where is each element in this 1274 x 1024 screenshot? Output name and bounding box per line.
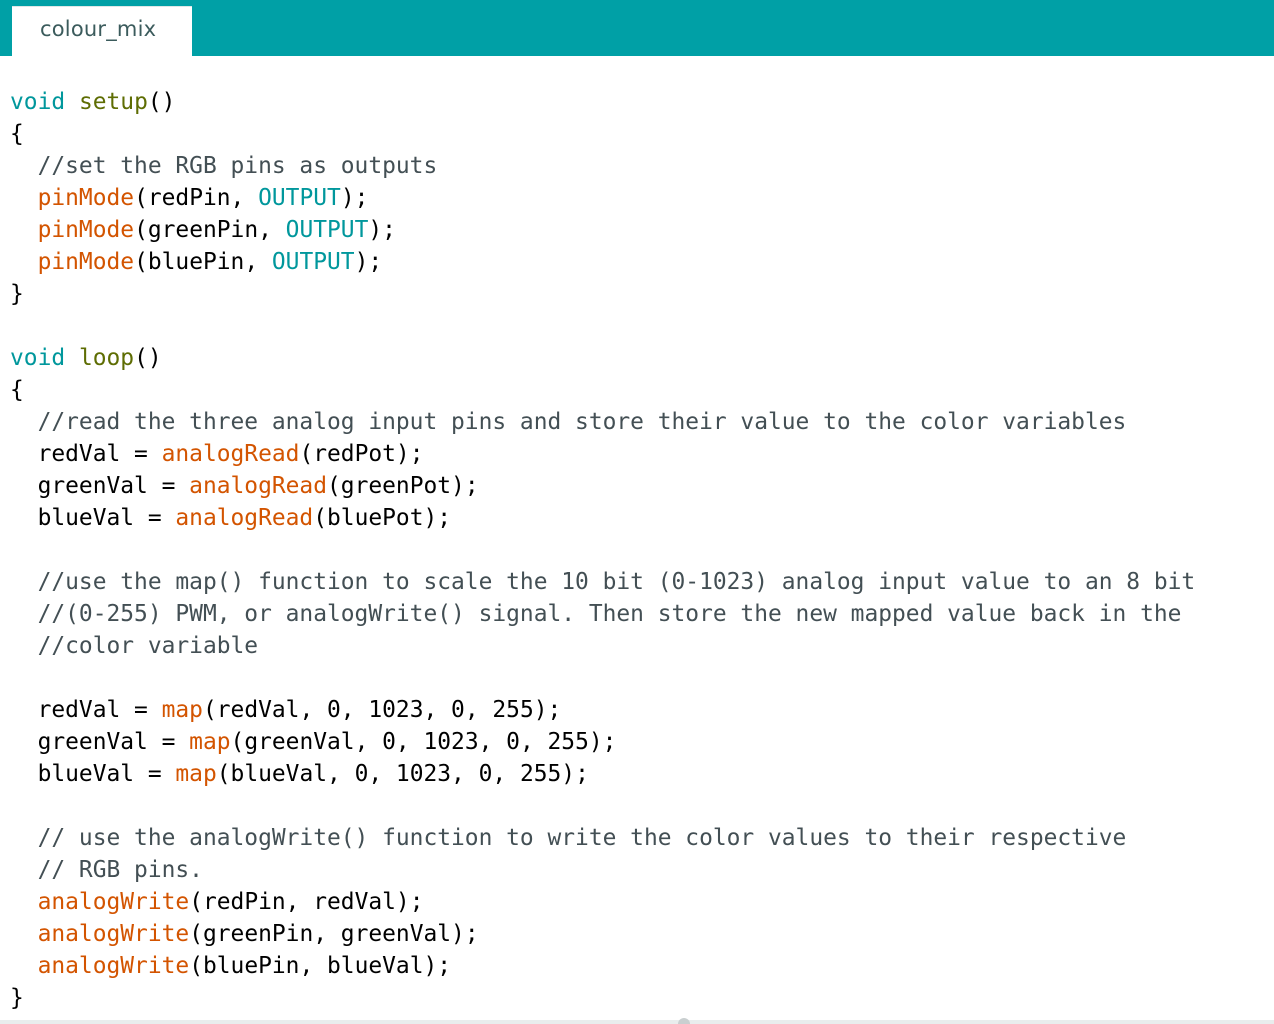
- keyword-token: void: [10, 345, 66, 371]
- code-line[interactable]: [10, 534, 1195, 566]
- comment-token: //read the three analog input pins and s…: [10, 409, 1127, 435]
- builtin-call-token: analogRead: [189, 473, 327, 499]
- constant-token: OUTPUT: [271, 249, 355, 275]
- code-line[interactable]: redVal = analogRead(redPot);: [10, 438, 1195, 470]
- code-line[interactable]: }: [10, 982, 1195, 1014]
- builtin-call-token: analogWrite: [37, 953, 190, 979]
- code-line[interactable]: pinMode(bluePin, OUTPUT);: [10, 246, 1195, 278]
- code-line[interactable]: greenVal = analogRead(greenPot);: [10, 470, 1195, 502]
- comment-token: //color variable: [10, 633, 259, 659]
- code-line[interactable]: //set the RGB pins as outputs: [10, 150, 1195, 182]
- code-line[interactable]: pinMode(greenPin, OUTPUT);: [10, 214, 1195, 246]
- code-line[interactable]: {: [10, 374, 1195, 406]
- comment-token: // RGB pins.: [10, 857, 203, 883]
- code-token: (greenPin, greenVal);: [189, 921, 479, 947]
- code-token: (greenPot);: [327, 473, 479, 499]
- tab-label: colour_mix: [40, 17, 157, 41]
- code-token: }: [10, 985, 24, 1011]
- code-line[interactable]: // use the analogWrite() function to wri…: [10, 822, 1195, 854]
- code-token: (bluePin,: [134, 249, 272, 275]
- builtin-call-token: analogRead: [175, 505, 314, 531]
- code-text[interactable]: void setup(){ //set the RGB pins as outp…: [10, 86, 1195, 1014]
- constant-token: OUTPUT: [258, 185, 341, 211]
- code-line[interactable]: //read the three analog input pins and s…: [10, 406, 1195, 438]
- code-line[interactable]: [10, 662, 1195, 694]
- comment-token: //use the map() function to scale the 10…: [10, 569, 1196, 595]
- code-line[interactable]: }: [10, 278, 1195, 310]
- code-line[interactable]: void setup(): [10, 86, 1195, 118]
- function-name-token: loop: [78, 345, 135, 371]
- code-token: );: [368, 217, 396, 243]
- builtin-call-token: analogWrite: [37, 921, 190, 947]
- code-token: );: [340, 185, 369, 211]
- code-line[interactable]: {: [10, 118, 1195, 150]
- builtin-call-token: analogWrite: [37, 889, 190, 915]
- builtin-call-token: analogRead: [161, 441, 300, 467]
- code-token: (greenVal, 0, 1023, 0, 255);: [230, 729, 617, 755]
- builtin-call-token: map: [161, 697, 203, 723]
- code-token: (greenPin,: [134, 217, 286, 243]
- code-token: blueVal =: [10, 761, 176, 787]
- code-line[interactable]: pinMode(redPin, OUTPUT);: [10, 182, 1195, 214]
- code-token: {: [10, 377, 24, 403]
- code-token: }: [10, 281, 24, 307]
- code-token: (redPin,: [134, 185, 259, 211]
- code-line[interactable]: blueVal = map(blueVal, 0, 1023, 0, 255);: [10, 758, 1195, 790]
- code-line[interactable]: [10, 310, 1195, 342]
- code-token: (blueVal, 0, 1023, 0, 255);: [216, 761, 589, 787]
- code-line[interactable]: analogWrite(redPin, redVal);: [10, 886, 1195, 918]
- arduino-editor-window: colour_mix void setup(){ //set the RGB p…: [0, 0, 1274, 1024]
- code-line[interactable]: //(0-255) PWM, or analogWrite() signal. …: [10, 598, 1195, 630]
- builtin-call-token: pinMode: [37, 185, 135, 211]
- builtin-call-token: map: [189, 729, 231, 755]
- code-line[interactable]: blueVal = analogRead(bluePot);: [10, 502, 1195, 534]
- code-token: (redPin, redVal);: [189, 889, 424, 915]
- code-token: {: [10, 121, 24, 147]
- code-token: (bluePin, blueVal);: [189, 953, 452, 979]
- code-token: (redVal, 0, 1023, 0, 255);: [202, 697, 562, 723]
- code-token: (redPot);: [299, 441, 424, 467]
- builtin-call-token: map: [175, 761, 217, 787]
- builtin-call-token: pinMode: [37, 249, 135, 275]
- tab-colour-mix[interactable]: colour_mix: [12, 6, 192, 56]
- keyword-token: void: [10, 89, 66, 115]
- constant-token: OUTPUT: [285, 217, 369, 243]
- code-line[interactable]: //use the map() function to scale the 10…: [10, 566, 1196, 598]
- function-name-token: setup: [78, 89, 148, 115]
- code-line[interactable]: [10, 790, 1195, 822]
- code-line[interactable]: analogWrite(greenPin, greenVal);: [10, 918, 1195, 950]
- horizontal-scrollbar-track[interactable]: [0, 1020, 1274, 1024]
- code-token: (): [147, 89, 176, 115]
- code-token: (): [134, 345, 162, 371]
- code-token: (bluePot);: [313, 505, 452, 531]
- code-editor[interactable]: void setup(){ //set the RGB pins as outp…: [0, 56, 1274, 1020]
- code-line[interactable]: analogWrite(bluePin, blueVal);: [10, 950, 1195, 982]
- code-line[interactable]: void loop(): [10, 342, 1195, 374]
- code-token: greenVal =: [10, 729, 190, 755]
- code-line[interactable]: redVal = map(redVal, 0, 1023, 0, 255);: [10, 694, 1195, 726]
- code-line[interactable]: greenVal = map(greenVal, 0, 1023, 0, 255…: [10, 726, 1195, 758]
- code-token: redVal =: [10, 697, 162, 723]
- code-token: );: [354, 249, 383, 275]
- tab-bar: colour_mix: [0, 0, 1274, 56]
- code-token: blueVal =: [10, 505, 176, 531]
- code-line[interactable]: // RGB pins.: [10, 854, 1195, 886]
- comment-token: // use the analogWrite() function to wri…: [10, 825, 1127, 851]
- code-line[interactable]: //color variable: [10, 630, 1195, 662]
- comment-token: //set the RGB pins as outputs: [10, 153, 438, 179]
- comment-token: //(0-255) PWM, or analogWrite() signal. …: [10, 601, 1182, 627]
- code-token: greenVal =: [10, 473, 190, 499]
- code-token: redVal =: [10, 441, 162, 467]
- builtin-call-token: pinMode: [37, 217, 135, 243]
- scrollbar-thumb[interactable]: [678, 1018, 690, 1024]
